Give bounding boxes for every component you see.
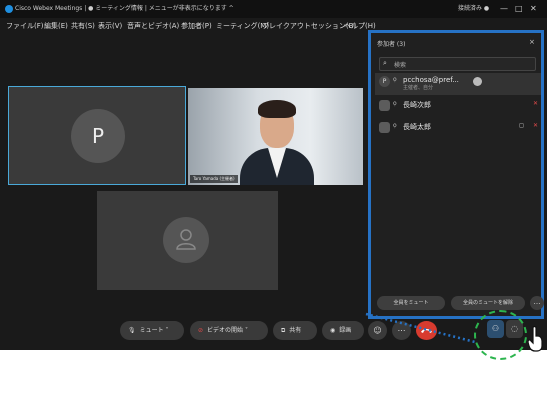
presenter-ball-icon [473,77,482,86]
title-bar: Cisco Webex Meetings | ● ミーティング情報 | メニュー… [0,0,547,18]
menu-breakout[interactable]: ブレイクアウトセッション(B) [262,18,356,34]
webex-window: Cisco Webex Meetings | ● ミーティング情報 | メニュー… [0,0,547,350]
highlight-circle [474,310,527,360]
muted-mic-icon: ✕ [533,100,539,107]
muted-mic-icon: ✕ [533,122,539,129]
search-placeholder: 検索 [394,62,407,69]
record-icon: ◉ [330,327,336,334]
mute-button[interactable]: 🎙 ミュート ˅ [120,321,184,340]
video-name-label: Taro Yamada (主催者) [190,175,238,183]
avatar [379,100,390,111]
video-person-hair [258,100,296,118]
menu-edit[interactable]: 編集(E) [44,18,68,34]
minimize-button[interactable]: — [500,0,508,18]
record-label: 録画 [339,327,352,334]
participant-row[interactable]: P ọ pcchosa@pref... 主催者、自分 [375,73,541,95]
video-tile-participant[interactable] [97,191,278,290]
share-button[interactable]: ⧉ 共有 [273,321,317,340]
participant-row[interactable]: ọ 長崎次郎 ✕ [375,97,541,115]
avatar [379,122,390,133]
video-tile-host[interactable]: Taro Yamada (主催者) [188,88,363,185]
panel-close-icon[interactable]: × [529,38,535,46]
callout-connector [365,312,476,344]
mute-label: ミュート [139,327,164,334]
participant-row[interactable]: ọ 長崎太郎 ◻ ✕ [375,119,541,137]
menu-audio-video[interactable]: 音声とビデオ(A) [127,18,179,34]
menu-participant[interactable]: 参加者(P) [181,18,212,34]
video-off-icon: ⊘ [198,327,204,334]
avatar: P [379,76,390,87]
participant-role: 主催者、自分 [403,85,434,91]
participant-search-input[interactable]: ⌕ 検索 [379,57,536,71]
record-button[interactable]: ◉ 録画 [322,321,364,340]
microphone-icon: 🎙 [128,327,136,334]
panel-title: 参加者 (3) [377,41,406,48]
menu-share[interactable]: 共有(S) [71,18,95,34]
person-placeholder-icon [176,229,196,250]
avatar [163,217,209,263]
mute-all-button[interactable]: 全員をミュート [377,296,445,310]
share-icon: ⧉ [281,327,286,334]
search-icon: ⌕ [383,59,387,67]
webex-logo-icon [5,5,13,13]
participant-name: 長崎次郎 [403,101,431,109]
menu-view[interactable]: 表示(V) [98,18,122,34]
maximize-button[interactable]: □ [515,0,523,18]
participants-panel: 参加者 (3) × ⌕ 検索 P ọ pcchosa@pref... 主催者、自… [368,30,544,319]
more-options-button[interactable]: … [530,296,544,310]
video-camera-icon: ◻ [519,122,524,129]
dotted-callout-line [365,312,476,344]
participant-name: 長崎太郎 [403,123,431,131]
share-label: 共有 [289,327,302,334]
microphone-icon[interactable]: ọ [393,122,397,129]
menu-file[interactable]: ファイル(F) [6,18,44,34]
start-video-button[interactable]: ⊘ ビデオの開始 ˅ [190,321,268,340]
start-video-label: ビデオの開始 [207,327,244,334]
participant-name: pcchosa@pref... [403,76,459,84]
video-tile-self[interactable]: P [8,86,186,185]
microphone-icon[interactable]: ọ [393,100,397,107]
microphone-icon[interactable]: ọ [393,76,397,83]
unmute-all-button[interactable]: 全員のミュートを解除 [451,296,525,310]
close-button[interactable]: ✕ [530,0,537,18]
avatar: P [71,109,125,163]
connection-status: 接続済み ● [458,5,490,12]
window-title: Cisco Webex Meetings | ● ミーティング情報 | メニュー… [15,5,234,12]
hand-cursor-icon [528,326,543,352]
